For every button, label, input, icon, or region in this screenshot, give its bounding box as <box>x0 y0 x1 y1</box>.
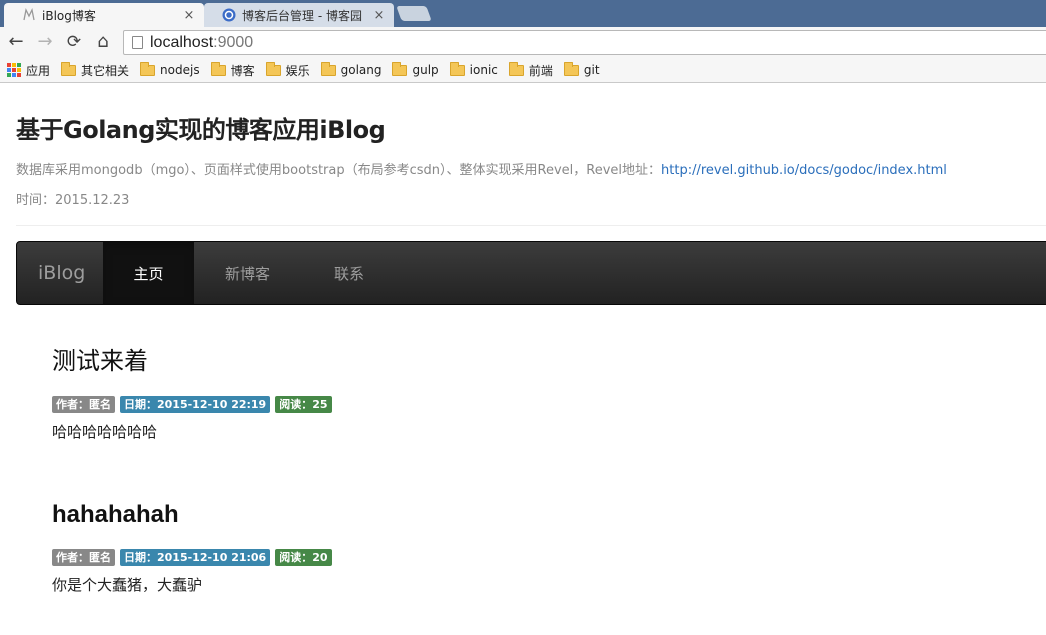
iblog-favicon-icon <box>22 8 36 22</box>
reload-icon[interactable]: ⟳ <box>63 31 85 53</box>
folder-icon <box>140 61 156 76</box>
nav-item-new-blog[interactable]: 新博客 <box>225 242 270 304</box>
forward-arrow-icon[interactable]: → <box>34 31 56 53</box>
url-port: :9000 <box>213 33 254 51</box>
tab-title: 博客后台管理 - 博客园 <box>242 8 362 23</box>
close-icon[interactable]: × <box>182 8 196 23</box>
title-prefix: 基于 <box>16 116 64 144</box>
title-mid: 实现的博客应用 <box>154 116 320 144</box>
bookmark-label: golang <box>340 63 382 77</box>
bookmark-label: 前端 <box>528 63 553 78</box>
folder-icon <box>61 61 77 76</box>
post-meta: 作者：匿名 日期：2015-12-10 22:19 阅读：25 <box>52 396 1032 413</box>
post-body: 你是个大蠢猪，大蠢驴 <box>52 576 203 594</box>
folder-icon <box>320 61 336 76</box>
tab-title: iBlog博客 <box>42 8 96 23</box>
revel-docs-link[interactable]: http://revel.github.io/docs/godoc/index.… <box>661 163 947 178</box>
bookmark-label: ionic <box>469 63 498 77</box>
post-title[interactable]: 测试来着 <box>52 341 1032 376</box>
bookmark-label: 博客 <box>230 63 255 78</box>
post-title[interactable]: hahahahah <box>52 501 1032 529</box>
blog-post: 测试来着 作者：匿名 日期：2015-12-10 22:19 阅读：25 哈哈哈… <box>52 341 1032 442</box>
nav-item-home[interactable]: 主页 <box>103 242 194 304</box>
address-bar[interactable]: localhost:9000 <box>123 30 1046 55</box>
folder-icon <box>265 61 281 76</box>
bookmark-folder[interactable]: ionic <box>449 61 498 77</box>
bookmark-label: 娱乐 <box>285 63 310 78</box>
address-url: localhost:9000 <box>150 34 253 52</box>
title-golang: Golang <box>63 116 155 144</box>
close-icon[interactable]: × <box>372 8 386 23</box>
bookmark-folder[interactable]: 前端 <box>508 61 553 79</box>
bookmarks-bar: 应用 其它相关 nodejs 博客 娱乐 golang gulp ionic 前… <box>0 58 1046 83</box>
url-host: localhost <box>150 33 214 51</box>
author-badge: 作者：匿名 <box>52 549 115 566</box>
new-tab-button[interactable] <box>396 6 432 21</box>
date-badge: 日期：2015-12-10 22:19 <box>120 396 271 413</box>
title-iblog: iBlog <box>319 116 386 144</box>
page-title: 基于Golang实现的博客应用iBlog <box>16 110 386 145</box>
bookmark-label: git <box>583 63 600 77</box>
browser-toolbar: ← → ⟳ ⌂ localhost:9000 <box>0 27 1046 58</box>
bookmark-label: nodejs <box>160 63 200 77</box>
author-badge: 作者：匿名 <box>52 396 115 413</box>
post-meta: 作者：匿名 日期：2015-12-10 21:06 阅读：20 <box>52 549 1032 566</box>
description-text: 数据库采用mongodb（mgo）、页面样式使用bootstrap（布局参考cs… <box>16 163 662 178</box>
site-navbar: iBlog 主页 新博客 联系 <box>16 241 1046 305</box>
folder-icon <box>563 61 579 76</box>
site-description: 数据库采用mongodb（mgo）、页面样式使用bootstrap（布局参考cs… <box>16 159 947 178</box>
bookmark-label: 应用 <box>26 63 51 78</box>
bookmark-folder[interactable]: nodejs <box>140 61 200 77</box>
apps-grid-icon <box>7 63 21 77</box>
bookmark-folder[interactable]: 娱乐 <box>265 61 310 79</box>
divider <box>16 225 1046 226</box>
bookmark-folder[interactable]: 博客 <box>210 61 255 79</box>
nav-item-contact[interactable]: 联系 <box>334 242 364 304</box>
bookmark-folder[interactable]: gulp <box>392 61 439 77</box>
bookmark-folder[interactable]: git <box>563 61 600 77</box>
back-arrow-icon[interactable]: ← <box>5 31 27 53</box>
folder-icon <box>508 61 524 76</box>
reads-badge: 阅读：20 <box>275 549 332 566</box>
bookmark-folder[interactable]: golang <box>320 61 382 77</box>
site-time: 时间：2015.12.23 <box>16 193 130 208</box>
folder-icon <box>392 61 408 76</box>
browser-tab-iblog[interactable]: iBlog博客 × <box>4 3 204 27</box>
browser-tabstrip: iBlog博客 × 博客后台管理 - 博客园 × <box>0 0 1046 27</box>
date-badge: 日期：2015-12-10 21:06 <box>120 549 271 566</box>
bookmark-folder[interactable]: 其它相关 <box>61 61 130 79</box>
cnblogs-favicon-icon <box>222 8 236 22</box>
page-content: 基于Golang实现的博客应用iBlog 数据库采用mongodb（mgo）、页… <box>0 84 1046 635</box>
home-icon[interactable]: ⌂ <box>92 31 114 53</box>
bookmark-label: 其它相关 <box>81 63 130 78</box>
bookmark-label: gulp <box>412 63 439 77</box>
bookmark-apps[interactable]: 应用 <box>7 62 50 79</box>
folder-icon <box>449 61 465 76</box>
page-icon <box>132 36 143 49</box>
folder-icon <box>210 61 226 76</box>
reads-badge: 阅读：25 <box>275 396 332 413</box>
browser-tab-cnblogs[interactable]: 博客后台管理 - 博客园 × <box>204 3 394 27</box>
post-body: 哈哈哈哈哈哈哈 <box>52 423 158 441</box>
navbar-brand[interactable]: iBlog <box>38 262 85 284</box>
blog-post: hahahahah 作者：匿名 日期：2015-12-10 21:06 阅读：2… <box>52 501 1032 595</box>
